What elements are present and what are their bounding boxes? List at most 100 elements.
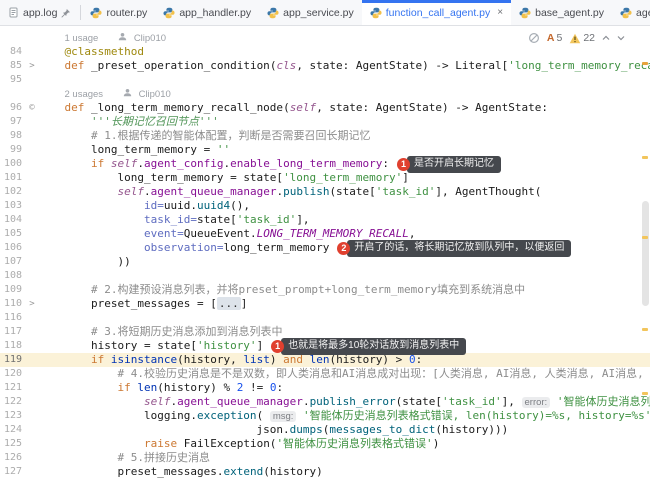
method-annotation-icon[interactable]: © bbox=[26, 101, 38, 115]
next-problem-icon[interactable] bbox=[617, 35, 625, 41]
code-token: len bbox=[137, 381, 158, 394]
code-token: ] bbox=[402, 171, 409, 184]
line-number[interactable]: 98 bbox=[0, 129, 26, 143]
code-text[interactable]: # 5.拼接历史消息 bbox=[38, 451, 650, 465]
usages-inlay[interactable]: 1 usage bbox=[65, 33, 99, 44]
stripe-mark[interactable] bbox=[642, 62, 648, 65]
author-inlay[interactable]: Clip010 bbox=[134, 33, 166, 44]
stripe-mark[interactable] bbox=[642, 236, 648, 239]
line-number[interactable]: 127 bbox=[0, 465, 26, 479]
code-text[interactable]: logging.exception( msg: '智能体历史消息列表格式错误, … bbox=[38, 409, 650, 423]
line-number[interactable]: 119 bbox=[0, 353, 26, 367]
line-number[interactable]: 101 bbox=[0, 171, 26, 185]
line-number[interactable]: 105 bbox=[0, 227, 26, 241]
code-text[interactable] bbox=[38, 311, 650, 325]
code-text[interactable]: long_term_memory = '' bbox=[38, 143, 650, 157]
line-number[interactable]: 123 bbox=[0, 409, 26, 423]
code-text[interactable]: # 2.构建预设消息列表，并将preset_prompt+long_term_m… bbox=[38, 283, 650, 297]
usages-inlay[interactable]: 2 usages bbox=[65, 89, 104, 100]
code-token: QueueEvent. bbox=[183, 227, 257, 240]
tab-app-log[interactable]: app.log bbox=[0, 0, 79, 25]
code-text[interactable]: 2 usages Clip010 bbox=[38, 87, 650, 101]
code-text[interactable]: preset_messages.extend(history) bbox=[38, 465, 650, 479]
code-text[interactable]: if isinstance(history, list) and len(his… bbox=[38, 353, 650, 367]
code-text[interactable]: observation=long_term_memory 2 开启了的话，将长期记忆… bbox=[38, 239, 650, 257]
line-number[interactable]: 122 bbox=[0, 395, 26, 409]
editor-scrollbar[interactable] bbox=[640, 26, 650, 484]
code-text[interactable]: self.agent_queue_manager.publish(state['… bbox=[38, 185, 650, 199]
code-text[interactable]: json.dumps(messages_to_dict(history))) bbox=[38, 423, 650, 437]
code-text[interactable]: task_id=state['task_id'], bbox=[38, 213, 650, 227]
line-number[interactable]: 110 bbox=[0, 297, 26, 311]
code-token: if bbox=[90, 353, 111, 366]
tab-app_handler-py[interactable]: app_handler.py bbox=[155, 0, 259, 25]
code-text[interactable]: )) bbox=[38, 255, 650, 269]
code-text[interactable] bbox=[38, 269, 650, 283]
line-number[interactable]: 108 bbox=[0, 269, 26, 283]
typo-inspection-item[interactable]: A 5 bbox=[547, 32, 562, 44]
line-number[interactable]: 120 bbox=[0, 367, 26, 381]
fold-arrow-icon[interactable]: > bbox=[26, 297, 38, 311]
code-text[interactable] bbox=[38, 73, 650, 87]
code-text[interactable]: event=QueueEvent.LONG_TERM_MEMORY_RECALL… bbox=[38, 227, 650, 241]
inspections-widget[interactable]: A 5 22 bbox=[522, 30, 630, 46]
stripe-mark[interactable] bbox=[642, 328, 648, 331]
prev-problem-icon[interactable] bbox=[602, 35, 610, 41]
line-number[interactable]: 117 bbox=[0, 325, 26, 339]
line-number[interactable]: 100 bbox=[0, 157, 26, 171]
line-number[interactable]: 124 bbox=[0, 423, 26, 437]
code-text[interactable]: if len(history) % 2 != 0: bbox=[38, 381, 650, 395]
code-text[interactable]: # 4.校验历史消息是不是双数，即人类消息和AI消息成对出现：[人类消息, AI… bbox=[38, 367, 650, 381]
line-number[interactable] bbox=[0, 87, 26, 101]
code-text[interactable]: self.agent_queue_manager.publish_error(s… bbox=[38, 395, 650, 409]
line-number[interactable]: 85 bbox=[0, 59, 26, 73]
line-number[interactable]: 96 bbox=[0, 101, 26, 115]
line-number[interactable]: 121 bbox=[0, 381, 26, 395]
warning-inspection-item[interactable]: 22 bbox=[569, 32, 595, 44]
line-number[interactable]: 95 bbox=[0, 73, 26, 87]
line-number[interactable]: 84 bbox=[0, 45, 26, 59]
tab-agent_queue_manager-py[interactable]: agent_queue_manager.py bbox=[612, 0, 650, 25]
code-text[interactable]: def _long_term_memory_recall_node(self, … bbox=[38, 101, 650, 115]
stripe-mark[interactable] bbox=[642, 392, 648, 395]
line-number[interactable]: 104 bbox=[0, 213, 26, 227]
code-text[interactable]: @classmethod bbox=[38, 45, 650, 59]
code-text[interactable]: def _preset_operation_condition(cls, sta… bbox=[38, 59, 650, 73]
code-text[interactable]: raise FailException('智能体历史消息列表格式错误') bbox=[38, 437, 650, 451]
code-text[interactable]: # 1.根据传递的智能体配置，判断是否需要召回长期记忆 bbox=[38, 129, 650, 143]
code-text[interactable]: long_term_memory = state['long_term_memo… bbox=[38, 171, 650, 185]
line-number[interactable]: 97 bbox=[0, 115, 26, 129]
line-number[interactable]: 102 bbox=[0, 185, 26, 199]
code-token: publish bbox=[283, 185, 330, 198]
code-text[interactable]: '''长期记忆召回节点''' bbox=[38, 115, 650, 129]
line-number[interactable]: 103 bbox=[0, 199, 26, 213]
code-token: dumps bbox=[289, 423, 323, 436]
line-number[interactable]: 106 bbox=[0, 241, 26, 255]
author-inlay[interactable]: Clip010 bbox=[139, 89, 171, 100]
line-number[interactable]: 118 bbox=[0, 339, 26, 353]
scrollbar-thumb[interactable] bbox=[642, 201, 649, 306]
line-number[interactable]: 125 bbox=[0, 437, 26, 451]
tab-base_agent-py[interactable]: base_agent.py bbox=[511, 0, 612, 25]
author-icon bbox=[118, 33, 127, 41]
code-text[interactable]: preset_messages = [...] bbox=[38, 297, 650, 311]
line-number[interactable]: 107 bbox=[0, 255, 26, 269]
line-number[interactable]: 109 bbox=[0, 283, 26, 297]
code-token: ], AgentThought( bbox=[435, 185, 542, 198]
stripe-mark[interactable] bbox=[642, 156, 648, 159]
code-token: id= bbox=[143, 199, 164, 212]
code-text[interactable]: # 3.将短期历史消息添加到消息列表中 bbox=[38, 325, 650, 339]
tab-router-py[interactable]: router.py bbox=[82, 0, 155, 25]
gutter-spacer bbox=[26, 227, 38, 241]
tab-app_service-py[interactable]: app_service.py bbox=[259, 0, 362, 25]
code-text[interactable]: id=uuid.uuid4(), bbox=[38, 199, 650, 213]
line-number[interactable] bbox=[0, 31, 26, 45]
fold-arrow-icon[interactable]: > bbox=[26, 59, 38, 73]
close-icon[interactable]: × bbox=[497, 7, 503, 18]
code-text[interactable]: history = state['history'] 1 也就是将最多10轮对话放到… bbox=[38, 337, 650, 355]
line-number[interactable]: 126 bbox=[0, 451, 26, 465]
code-text[interactable]: if self.agent_config.enable_long_term_me… bbox=[38, 155, 650, 173]
tab-function_call_agent-py[interactable]: function_call_agent.py × bbox=[361, 0, 512, 25]
line-number[interactable]: 99 bbox=[0, 143, 26, 157]
line-number[interactable]: 116 bbox=[0, 311, 26, 325]
